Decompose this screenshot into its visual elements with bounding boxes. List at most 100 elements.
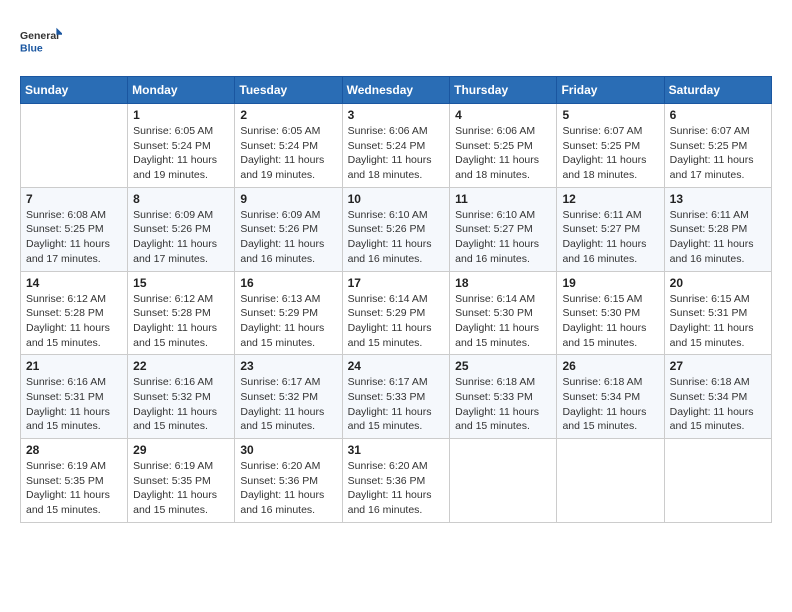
day-info: Sunrise: 6:07 AMSunset: 5:25 PMDaylight:… [670,124,766,183]
calendar-cell: 8 Sunrise: 6:09 AMSunset: 5:26 PMDaylight… [128,187,235,271]
day-info: Sunrise: 6:06 AMSunset: 5:25 PMDaylight:… [455,124,551,183]
day-info: Sunrise: 6:09 AMSunset: 5:26 PMDaylight:… [133,208,229,267]
calendar-cell [450,439,557,523]
day-info: Sunrise: 6:18 AMSunset: 5:34 PMDaylight:… [562,375,658,434]
weekday-header-thursday: Thursday [450,77,557,104]
calendar-week-row: 14 Sunrise: 6:12 AMSunset: 5:28 PMDayligh… [21,271,772,355]
calendar-cell: 16 Sunrise: 6:13 AMSunset: 5:29 PMDayligh… [235,271,342,355]
calendar-cell: 31 Sunrise: 6:20 AMSunset: 5:36 PMDayligh… [342,439,450,523]
day-number: 13 [670,192,766,206]
day-number: 6 [670,108,766,122]
calendar-cell: 22 Sunrise: 6:16 AMSunset: 5:32 PMDayligh… [128,355,235,439]
day-number: 8 [133,192,229,206]
day-info: Sunrise: 6:15 AMSunset: 5:31 PMDaylight:… [670,292,766,351]
weekday-header-saturday: Saturday [664,77,771,104]
day-number: 2 [240,108,336,122]
day-info: Sunrise: 6:11 AMSunset: 5:27 PMDaylight:… [562,208,658,267]
day-number: 27 [670,359,766,373]
day-info: Sunrise: 6:19 AMSunset: 5:35 PMDaylight:… [26,459,122,518]
calendar-week-row: 21 Sunrise: 6:16 AMSunset: 5:31 PMDayligh… [21,355,772,439]
calendar-cell: 1 Sunrise: 6:05 AMSunset: 5:24 PMDaylight… [128,104,235,188]
calendar-cell: 23Sunrise: 6:17 AMSunset: 5:32 PMDayligh… [235,355,342,439]
day-number: 20 [670,276,766,290]
calendar-cell: 18 Sunrise: 6:14 AMSunset: 5:30 PMDayligh… [450,271,557,355]
calendar-header-row: SundayMondayTuesdayWednesdayThursdayFrid… [21,77,772,104]
calendar-cell: 14 Sunrise: 6:12 AMSunset: 5:28 PMDayligh… [21,271,128,355]
day-info: Sunrise: 6:18 AMSunset: 5:33 PMDaylight:… [455,375,551,434]
day-info: Sunrise: 6:20 AMSunset: 5:36 PMDaylight:… [348,459,445,518]
day-info: Sunrise: 6:14 AMSunset: 5:30 PMDaylight:… [455,292,551,351]
day-number: 14 [26,276,122,290]
day-number: 22 [133,359,229,373]
calendar-cell: 9Sunrise: 6:09 AMSunset: 5:26 PMDaylight… [235,187,342,271]
weekday-header-tuesday: Tuesday [235,77,342,104]
calendar-cell: 19Sunrise: 6:15 AMSunset: 5:30 PMDayligh… [557,271,664,355]
calendar-cell: 6 Sunrise: 6:07 AMSunset: 5:25 PMDaylight… [664,104,771,188]
calendar-cell: 26Sunrise: 6:18 AMSunset: 5:34 PMDayligh… [557,355,664,439]
day-number: 25 [455,359,551,373]
calendar-cell: 5 Sunrise: 6:07 AMSunset: 5:25 PMDaylight… [557,104,664,188]
day-info: Sunrise: 6:14 AMSunset: 5:29 PMDaylight:… [348,292,445,351]
calendar-week-row: 7 Sunrise: 6:08 AMSunset: 5:25 PMDaylight… [21,187,772,271]
day-number: 16 [240,276,336,290]
day-number: 1 [133,108,229,122]
calendar-body: 1 Sunrise: 6:05 AMSunset: 5:24 PMDaylight… [21,104,772,523]
weekday-header-friday: Friday [557,77,664,104]
logo-svg: General Blue [20,20,62,62]
day-info: Sunrise: 6:18 AMSunset: 5:34 PMDaylight:… [670,375,766,434]
day-info: Sunrise: 6:07 AMSunset: 5:25 PMDaylight:… [562,124,658,183]
day-number: 21 [26,359,122,373]
day-info: Sunrise: 6:13 AMSunset: 5:29 PMDaylight:… [240,292,336,351]
day-info: Sunrise: 6:16 AMSunset: 5:31 PMDaylight:… [26,375,122,434]
day-number: 30 [240,443,336,457]
logo: General Blue [20,20,62,62]
calendar-cell [21,104,128,188]
calendar-cell: 10 Sunrise: 6:10 AMSunset: 5:26 PMDayligh… [342,187,450,271]
day-info: Sunrise: 6:10 AMSunset: 5:26 PMDaylight:… [348,208,445,267]
day-info: Sunrise: 6:06 AMSunset: 5:24 PMDaylight:… [348,124,445,183]
day-info: Sunrise: 6:09 AMSunset: 5:26 PMDaylight:… [240,208,336,267]
svg-text:Blue: Blue [20,43,43,55]
calendar-cell: 28 Sunrise: 6:19 AMSunset: 5:35 PMDayligh… [21,439,128,523]
calendar-cell: 4 Sunrise: 6:06 AMSunset: 5:25 PMDaylight… [450,104,557,188]
day-info: Sunrise: 6:12 AMSunset: 5:28 PMDaylight:… [26,292,122,351]
day-info: Sunrise: 6:12 AMSunset: 5:28 PMDaylight:… [133,292,229,351]
day-number: 3 [348,108,445,122]
day-number: 5 [562,108,658,122]
calendar-cell: 27 Sunrise: 6:18 AMSunset: 5:34 PMDayligh… [664,355,771,439]
day-info: Sunrise: 6:15 AMSunset: 5:30 PMDaylight:… [562,292,658,351]
calendar-week-row: 1 Sunrise: 6:05 AMSunset: 5:24 PMDaylight… [21,104,772,188]
calendar-cell [664,439,771,523]
calendar-cell: 20 Sunrise: 6:15 AMSunset: 5:31 PMDayligh… [664,271,771,355]
day-number: 12 [562,192,658,206]
calendar-cell: 17Sunrise: 6:14 AMSunset: 5:29 PMDayligh… [342,271,450,355]
calendar-cell: 25 Sunrise: 6:18 AMSunset: 5:33 PMDayligh… [450,355,557,439]
calendar-cell: 13 Sunrise: 6:11 AMSunset: 5:28 PMDayligh… [664,187,771,271]
day-number: 7 [26,192,122,206]
day-info: Sunrise: 6:05 AMSunset: 5:24 PMDaylight:… [133,124,229,183]
day-number: 24 [348,359,445,373]
day-number: 31 [348,443,445,457]
day-info: Sunrise: 6:11 AMSunset: 5:28 PMDaylight:… [670,208,766,267]
weekday-header-sunday: Sunday [21,77,128,104]
calendar-week-row: 28 Sunrise: 6:19 AMSunset: 5:35 PMDayligh… [21,439,772,523]
day-info: Sunrise: 6:10 AMSunset: 5:27 PMDaylight:… [455,208,551,267]
day-info: Sunrise: 6:19 AMSunset: 5:35 PMDaylight:… [133,459,229,518]
day-info: Sunrise: 6:16 AMSunset: 5:32 PMDaylight:… [133,375,229,434]
calendar-cell: 30 Sunrise: 6:20 AMSunset: 5:36 PMDayligh… [235,439,342,523]
day-info: Sunrise: 6:20 AMSunset: 5:36 PMDaylight:… [240,459,336,518]
day-number: 29 [133,443,229,457]
day-number: 10 [348,192,445,206]
calendar-cell: 3 Sunrise: 6:06 AMSunset: 5:24 PMDaylight… [342,104,450,188]
calendar-cell: 11 Sunrise: 6:10 AMSunset: 5:27 PMDayligh… [450,187,557,271]
day-number: 23 [240,359,336,373]
calendar-cell: 12 Sunrise: 6:11 AMSunset: 5:27 PMDayligh… [557,187,664,271]
day-number: 28 [26,443,122,457]
day-info: Sunrise: 6:08 AMSunset: 5:25 PMDaylight:… [26,208,122,267]
calendar-cell: 24Sunrise: 6:17 AMSunset: 5:33 PMDayligh… [342,355,450,439]
page-header: General Blue [20,20,772,62]
day-number: 11 [455,192,551,206]
day-number: 4 [455,108,551,122]
day-number: 18 [455,276,551,290]
calendar-cell: 7 Sunrise: 6:08 AMSunset: 5:25 PMDaylight… [21,187,128,271]
